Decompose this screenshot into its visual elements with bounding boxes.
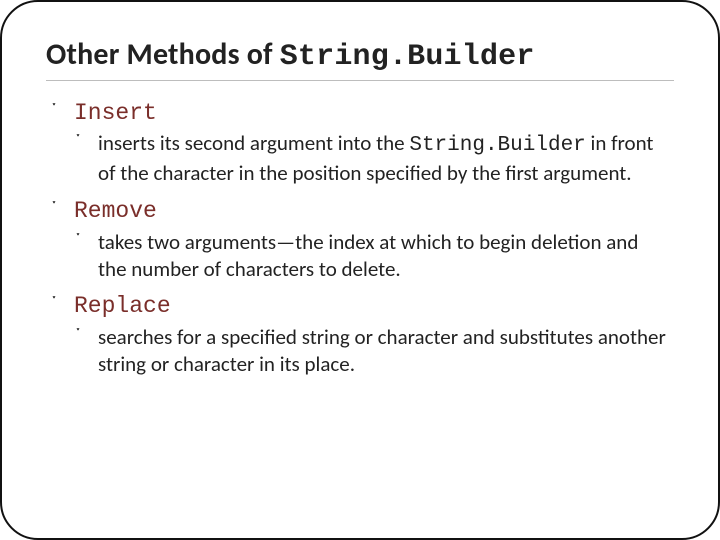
desc-text: searches for a specified string or chara…	[98, 324, 668, 378]
slide-title: Other Methods of String.Builder	[46, 36, 674, 74]
title-underline	[46, 80, 674, 81]
bullet-icon: ་	[76, 324, 98, 350]
desc-text: takes two arguments—the index at which t…	[98, 229, 668, 283]
desc-mono: String.Builder	[409, 134, 585, 157]
method-name: Insert	[74, 99, 157, 128]
method-name: Replace	[74, 292, 171, 321]
desc-text: inserts its second argument into the Str…	[98, 130, 668, 187]
bullet-icon: ་	[52, 292, 74, 318]
bullet-icon: ་	[52, 99, 74, 125]
method-remove-desc: ་takes two arguments—the index at which …	[76, 229, 674, 283]
method-replace: ་Replace	[52, 292, 674, 321]
slide-frame: Other Methods of String.Builder ་Insert …	[0, 0, 720, 540]
desc-pre: searches for a specified string or chara…	[98, 324, 666, 377]
method-insert: ་Insert	[52, 99, 674, 128]
title-mono: String.Builder	[280, 40, 535, 74]
desc-pre: inserts its second argument into the	[98, 130, 409, 156]
method-name: Remove	[74, 197, 157, 226]
content-area: ་Insert ་inserts its second argument int…	[46, 99, 674, 378]
desc-pre: takes two arguments—the index at which t…	[98, 229, 638, 282]
method-insert-desc: ་inserts its second argument into the St…	[76, 130, 674, 187]
bullet-icon: ་	[76, 130, 98, 156]
method-replace-desc: ་searches for a specified string or char…	[76, 324, 674, 378]
bullet-icon: ་	[52, 197, 74, 223]
method-remove: ་Remove	[52, 197, 674, 226]
title-prefix: Other Methods of	[46, 36, 280, 73]
bullet-icon: ་	[76, 229, 98, 255]
